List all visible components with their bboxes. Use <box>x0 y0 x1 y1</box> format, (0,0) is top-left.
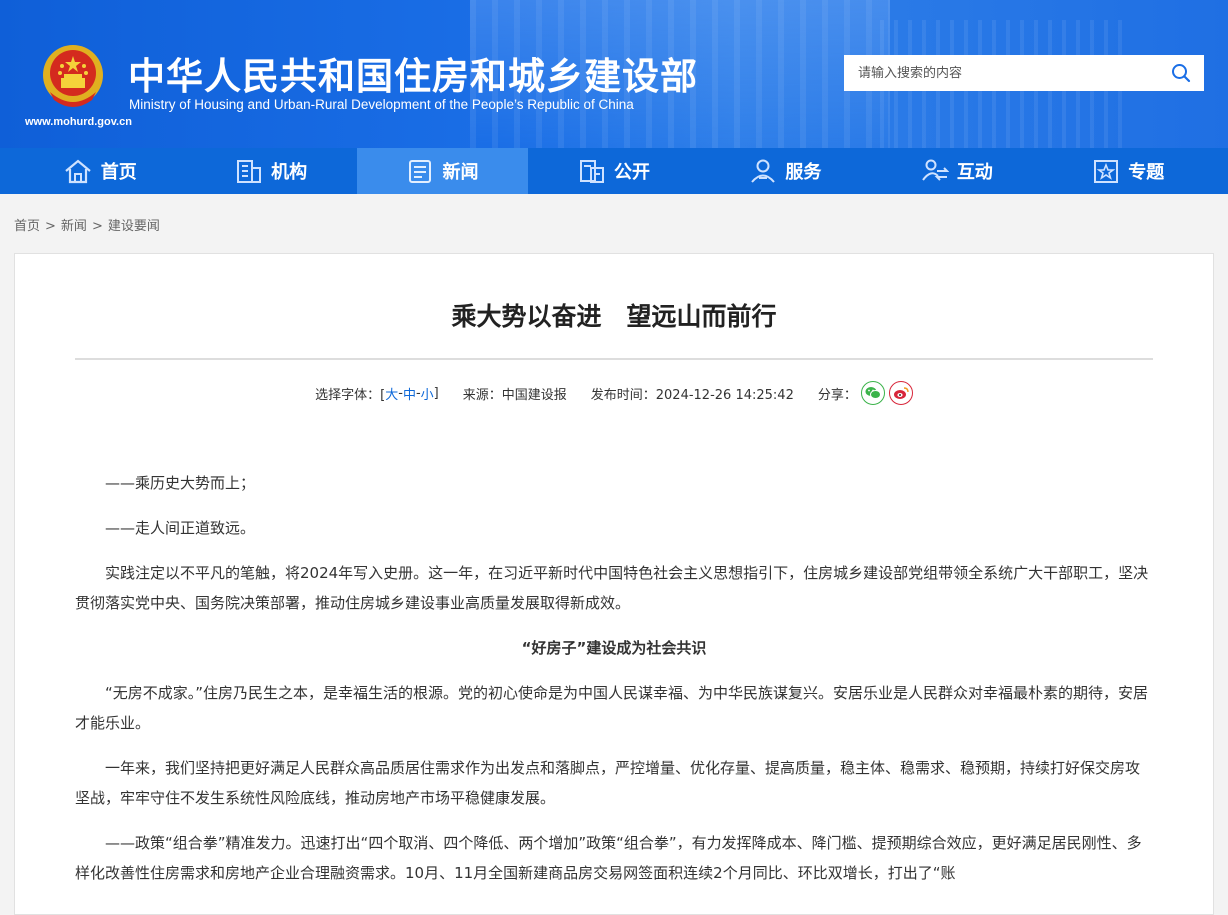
site-title[interactable]: 中华人民共和国住房和城乡建设部 <box>128 46 698 100</box>
nav-label-service: 服务 <box>785 162 822 183</box>
font-size-close: ] <box>433 385 439 401</box>
nav-item-service[interactable]: 服务 <box>700 148 871 194</box>
weibo-share-icon[interactable] <box>888 381 913 405</box>
site-url: www.mohurd.gov.cn <box>25 116 132 128</box>
search-box <box>844 55 1204 91</box>
breadcrumb-separator: > <box>91 219 103 234</box>
search-icon[interactable] <box>1158 55 1204 91</box>
font-size-label: 选择字体：[ <box>315 387 386 403</box>
user-service-icon <box>751 159 776 183</box>
nav-label-home: 首页 <box>100 162 137 183</box>
nav-label-public: 公开 <box>613 162 650 183</box>
font-size-medium[interactable]: 中 <box>403 384 416 403</box>
news-icon <box>408 160 431 183</box>
article-source: 来源：中国建设报 <box>462 387 567 403</box>
article-publish-time: 发布时间：2024-12-26 14:25:42 <box>590 387 794 403</box>
nav-item-news[interactable]: 新闻 <box>356 148 529 194</box>
breadcrumb-separator: > <box>45 219 56 234</box>
article-title: 乘大势以奋进 望远山而前行 <box>451 302 777 331</box>
search-input[interactable] <box>844 56 1158 90</box>
nav-label-topics: 专题 <box>1128 162 1165 183</box>
article-body: ——乘历史大势而上； ——走人间正道致远。 实践注定以不平凡的笔触，将2024年… <box>75 468 1153 903</box>
article-paragraph: ——走人间正道致远。 <box>105 519 256 537</box>
breadcrumb-news[interactable]: 新闻 <box>61 219 87 234</box>
home-icon <box>64 159 91 184</box>
site-subtitle: Ministry of Housing and Urban-Rural Deve… <box>129 97 634 112</box>
star-icon <box>1094 160 1119 183</box>
breadcrumb-current[interactable]: 建设要闻 <box>108 219 160 234</box>
title-divider <box>75 358 1153 360</box>
article-paragraph: ——政策“组合拳”精准发力。迅速打出“四个取消、四个降低、两个增加”政策“组合拳… <box>75 834 1142 882</box>
wechat-share-icon[interactable] <box>860 381 885 405</box>
article-paragraph: “无房不成家。”住房乃民生之本，是幸福生活的根源。党的初心使命是为中国人民谋幸福… <box>75 684 1149 732</box>
nav-item-organization[interactable]: 机构 <box>185 148 356 194</box>
building-icon <box>237 160 262 183</box>
share-label: 分享： <box>817 387 857 403</box>
nav-label-news: 新闻 <box>442 162 479 183</box>
main-nav: 首页 机构 新闻 公开 服务 互动 专题 <box>14 148 1214 194</box>
site-header: www.mohurd.gov.cn 中华人民共和国住房和城乡建设部 Minist… <box>0 0 1228 148</box>
article-paragraph: 一年来，我们坚持把更好满足人民群众高品质居住需求作为出发点和落脚点，严控增量、优… <box>75 759 1141 807</box>
article-meta: 选择字体：[ 大 - 中 - 小 ] 来源：中国建设报 发布时间：2024-12… <box>15 381 1213 405</box>
breadcrumb: 首页 > 新闻 > 建设要闻 <box>14 215 160 234</box>
nav-label-interaction: 互动 <box>956 162 993 183</box>
article-container: 乘大势以奋进 望远山而前行 选择字体：[ 大 - 中 - 小 ] 来源：中国建设… <box>14 253 1214 915</box>
interaction-icon <box>922 159 949 181</box>
article-paragraph: ——乘历史大势而上； <box>105 474 256 492</box>
nav-item-topics[interactable]: 专题 <box>1043 148 1214 194</box>
nav-item-public[interactable]: 公开 <box>528 148 699 194</box>
article-subheading: “好房子”建设成为社会共识 <box>521 639 707 657</box>
nav-label-organization: 机构 <box>271 162 308 183</box>
breadcrumb-home[interactable]: 首页 <box>14 219 40 234</box>
nav-item-interaction[interactable]: 互动 <box>871 148 1042 194</box>
national-emblem-icon <box>43 45 103 107</box>
font-size-large[interactable]: 大 <box>385 384 398 403</box>
article-paragraph: 实践注定以不平凡的笔触，将2024年写入史册。这一年，在习近平新时代中国特色社会… <box>75 564 1149 612</box>
document-icon <box>579 160 604 183</box>
font-size-small[interactable]: 小 <box>421 384 434 403</box>
nav-item-home[interactable]: 首页 <box>14 148 185 194</box>
